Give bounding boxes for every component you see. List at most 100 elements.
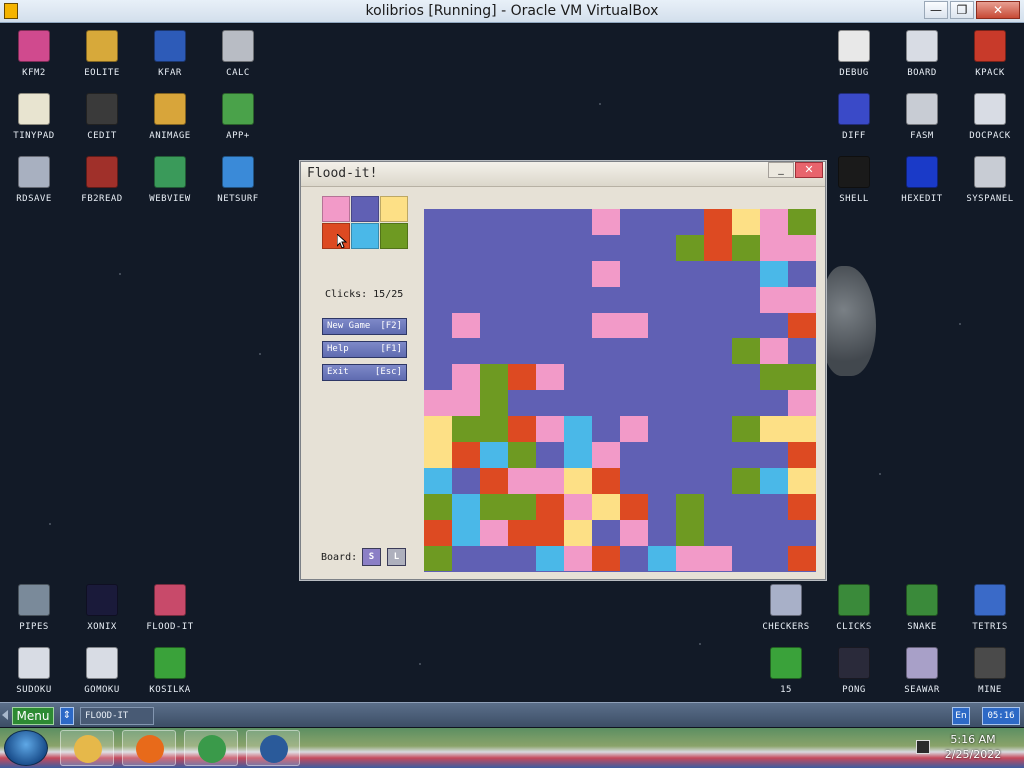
- checkers-icon: [770, 584, 802, 616]
- desktop-icon-pong[interactable]: PONG: [820, 647, 888, 707]
- desktop-icon-kosilka[interactable]: KOSILKA: [136, 647, 204, 707]
- switch-task-button[interactable]: ⇕: [60, 707, 74, 725]
- board-cell: [536, 416, 564, 443]
- taskbar-app-firefox[interactable]: [122, 730, 176, 766]
- taskbar-scroll-left-icon[interactable]: [2, 710, 8, 720]
- board-cell: [760, 416, 788, 443]
- board-cell: [452, 519, 480, 546]
- taskbar-app-virtualbox[interactable]: [246, 730, 300, 766]
- board-cell: [704, 312, 732, 339]
- desktop-icon-gomoku[interactable]: GOMOKU: [68, 647, 136, 707]
- host-maximize-button[interactable]: ❐: [950, 1, 974, 19]
- desktop-icon-hexedit[interactable]: HEXEDIT: [888, 156, 956, 216]
- desktop-icon-label: DEBUG: [839, 68, 869, 78]
- desktop-icon-cedit[interactable]: CEDIT: [68, 93, 136, 153]
- help-button[interactable]: Help [F1]: [322, 341, 407, 358]
- color-palette: [322, 196, 408, 250]
- windows-taskbar: 5:16 AM 2/25/2022: [0, 728, 1024, 768]
- board-cell: [480, 338, 508, 365]
- desktop-icon-flood-it[interactable]: FLOOD-IT: [136, 584, 204, 644]
- flood-it-titlebar[interactable]: Flood-it! _ ✕: [301, 162, 825, 187]
- color-swatch[interactable]: [351, 196, 379, 222]
- board-cell: [564, 545, 592, 572]
- desktop-icon-calc[interactable]: CALC: [204, 30, 272, 90]
- desktop-icon-debug[interactable]: DEBUG: [820, 30, 888, 90]
- desktop-icon-docpack[interactable]: DOCPACK: [956, 93, 1024, 153]
- desktop-icon-pipes[interactable]: PIPES: [0, 584, 68, 644]
- desktop-icon-sudoku[interactable]: SUDOKU: [0, 647, 68, 707]
- desktop-icon-syspanel[interactable]: SYSPANEL: [956, 156, 1024, 216]
- board-cell: [508, 286, 536, 313]
- board-cell: [620, 260, 648, 287]
- flood-it-close-button[interactable]: ✕: [795, 162, 823, 178]
- board-cell: [760, 442, 788, 468]
- notepad-icon: [18, 93, 50, 125]
- desktop-icon-app-[interactable]: APP+: [204, 93, 272, 153]
- desktop-icon-eolite[interactable]: EOLITE: [68, 30, 136, 90]
- desktop-icon-checkers[interactable]: CHECKERS: [752, 584, 820, 644]
- desktop-icon-mine[interactable]: MINE: [956, 647, 1024, 707]
- desktop-icon-webview[interactable]: WEBVIEW: [136, 156, 204, 216]
- desktop-icon-label: CALC: [226, 68, 250, 78]
- taskbar-app-explorer[interactable]: [60, 730, 114, 766]
- color-swatch[interactable]: [351, 223, 379, 249]
- desktop-icon-diff[interactable]: DIFF: [820, 93, 888, 153]
- desktop-icon-fasm[interactable]: FASM: [888, 93, 956, 153]
- board-cell: [452, 260, 480, 287]
- desktop-icon-snake[interactable]: SNAKE: [888, 584, 956, 644]
- board-cell: [760, 390, 788, 417]
- desktop-icon-15[interactable]: 15: [752, 647, 820, 707]
- exit-button[interactable]: Exit [Esc]: [322, 364, 407, 381]
- board-cell: [424, 338, 452, 365]
- desktop-icon-netsurf[interactable]: NETSURF: [204, 156, 272, 216]
- wrench-icon: [974, 30, 1006, 62]
- taskbar-app-chrome[interactable]: [184, 730, 238, 766]
- board-icon: [906, 30, 938, 62]
- board-small-button[interactable]: S: [362, 548, 381, 566]
- desktop-icon-xonix[interactable]: XONIX: [68, 584, 136, 644]
- windows-clock[interactable]: 5:16 AM 2/25/2022: [938, 732, 1008, 762]
- desktop-icon-kfm2[interactable]: KFM2: [0, 30, 68, 90]
- kolibri-clock: 05:16: [982, 707, 1020, 725]
- desktop-icon-tinypad[interactable]: TINYPAD: [0, 93, 68, 153]
- host-close-button[interactable]: ✕: [976, 1, 1020, 19]
- desktop-icon-tetris[interactable]: TETRIS: [956, 584, 1024, 644]
- desktop-icon-rdsave[interactable]: RDSAVE: [0, 156, 68, 216]
- desktop-icon-kfar[interactable]: KFAR: [136, 30, 204, 90]
- desktop-icon-seawar[interactable]: SEAWAR: [888, 647, 956, 707]
- desktop-icon-kpack[interactable]: KPACK: [956, 30, 1024, 90]
- virtualbox-icon: [260, 735, 288, 763]
- board-cell: [592, 364, 620, 391]
- board-cell: [788, 545, 816, 572]
- desktop-icon-fb2read[interactable]: FB2READ: [68, 156, 136, 216]
- desktop-icon-clicks[interactable]: CLICKS: [820, 584, 888, 644]
- host-minimize-button[interactable]: —: [924, 1, 948, 19]
- network-tray-icon[interactable]: [916, 740, 930, 754]
- color-swatch[interactable]: [380, 223, 408, 249]
- board-cell: [564, 234, 592, 261]
- board-large-button[interactable]: L: [387, 548, 406, 566]
- board-cell: [732, 390, 760, 417]
- color-swatch[interactable]: [380, 196, 408, 222]
- flood-it-minimize-button[interactable]: _: [768, 162, 794, 178]
- windows-start-button[interactable]: [4, 730, 48, 766]
- desktop-icon-label: HEXEDIT: [901, 194, 943, 204]
- board-cell: [788, 234, 816, 261]
- game-board[interactable]: [424, 209, 816, 572]
- desktop-icon-board[interactable]: BOARD: [888, 30, 956, 90]
- taskbar-task-flood-it[interactable]: FLOOD-IT: [80, 707, 154, 725]
- board-cell: [508, 234, 536, 261]
- desktop-icon-label: PIPES: [19, 622, 49, 632]
- board-cell: [732, 234, 760, 261]
- board-cell: [648, 493, 676, 520]
- board-cell: [564, 416, 592, 443]
- board-cell: [536, 286, 564, 313]
- desktop-icon-animage[interactable]: ANIMAGE: [136, 93, 204, 153]
- new-game-button[interactable]: New Game [F2]: [322, 318, 407, 335]
- kolibri-menu-button[interactable]: Menu: [12, 707, 54, 725]
- board-cell: [564, 390, 592, 417]
- board-cell: [760, 467, 788, 494]
- language-indicator[interactable]: En: [952, 707, 970, 725]
- desktop-icon-shell[interactable]: SHELL: [820, 156, 888, 216]
- color-swatch[interactable]: [322, 196, 350, 222]
